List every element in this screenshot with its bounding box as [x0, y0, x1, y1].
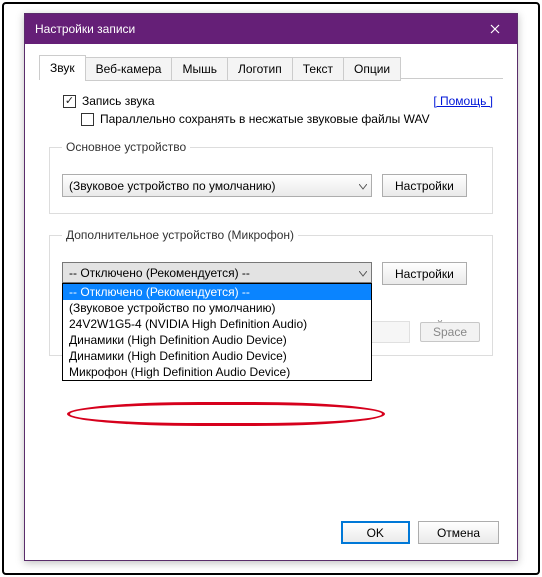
- primary-settings-button[interactable]: Настройки: [382, 174, 467, 197]
- secondary-device-legend: Дополнительное устройство (Микрофон): [62, 228, 298, 242]
- dropdown-option[interactable]: (Звуковое устройство по умолчанию): [63, 300, 371, 316]
- titlebar: Настройки записи: [25, 14, 517, 44]
- secondary-settings-button[interactable]: Настройки: [382, 262, 467, 285]
- tab-content: Запись звука [ Помощь ] Параллельно сохр…: [25, 80, 517, 366]
- primary-device-select[interactable]: (Звуковое устройство по умолчанию): [62, 174, 372, 197]
- dropdown-option[interactable]: Динамики (High Definition Audio Device): [63, 332, 371, 348]
- secondary-device-dropdown-list: -- Отключено (Рекомендуется) -- (Звуково…: [62, 283, 372, 381]
- tab-text[interactable]: Текст: [292, 57, 344, 81]
- secondary-device-value: -- Отключено (Рекомендуется) --: [69, 266, 250, 280]
- close-button[interactable]: [472, 14, 517, 44]
- shortcut-key-chip[interactable]: Space: [420, 322, 480, 342]
- tab-mouse[interactable]: Мышь: [171, 57, 228, 81]
- annotation-highlight: [67, 402, 385, 426]
- dropdown-option[interactable]: Микрофон (High Definition Audio Device): [63, 364, 371, 380]
- save-wav-label: Параллельно сохранять в несжатые звуковы…: [100, 112, 430, 126]
- record-sound-checkbox[interactable]: [63, 95, 76, 108]
- primary-device-group: Основное устройство (Звуковое устройство…: [49, 140, 493, 214]
- dropdown-option[interactable]: -- Отключено (Рекомендуется) --: [63, 284, 371, 300]
- tab-bar: Звук Веб-камера Мышь Логотип Текст Опции: [25, 44, 517, 80]
- close-icon: [490, 24, 500, 34]
- secondary-device-group: Дополнительное устройство (Микрофон) -- …: [49, 228, 493, 356]
- tab-options[interactable]: Опции: [343, 57, 401, 81]
- primary-device-legend: Основное устройство: [62, 140, 190, 154]
- dropdown-option[interactable]: Динамики (High Definition Audio Device): [63, 348, 371, 364]
- chevron-down-icon: [359, 179, 367, 193]
- dropdown-option[interactable]: 24V2W1G5-4 (NVIDIA High Definition Audio…: [63, 316, 371, 332]
- help-link[interactable]: [ Помощь ]: [433, 94, 493, 108]
- dialog-footer: OK Отмена: [341, 521, 499, 544]
- save-wav-checkbox[interactable]: [81, 113, 94, 126]
- record-sound-label: Запись звука: [82, 94, 155, 108]
- secondary-device-select[interactable]: -- Отключено (Рекомендуется) -- -- Отклю…: [62, 262, 372, 283]
- cancel-button[interactable]: Отмена: [418, 521, 499, 544]
- tab-sound[interactable]: Звук: [39, 55, 86, 80]
- tab-logo[interactable]: Логотип: [227, 57, 293, 81]
- settings-window: Настройки записи Звук Веб-камера Мышь Ло…: [24, 13, 518, 561]
- tab-webcam[interactable]: Веб-камера: [85, 57, 173, 81]
- chevron-down-icon: [359, 266, 367, 280]
- window-title: Настройки записи: [35, 22, 135, 36]
- ok-button[interactable]: OK: [341, 521, 410, 544]
- primary-device-value: (Звуковое устройство по умолчанию): [69, 179, 276, 193]
